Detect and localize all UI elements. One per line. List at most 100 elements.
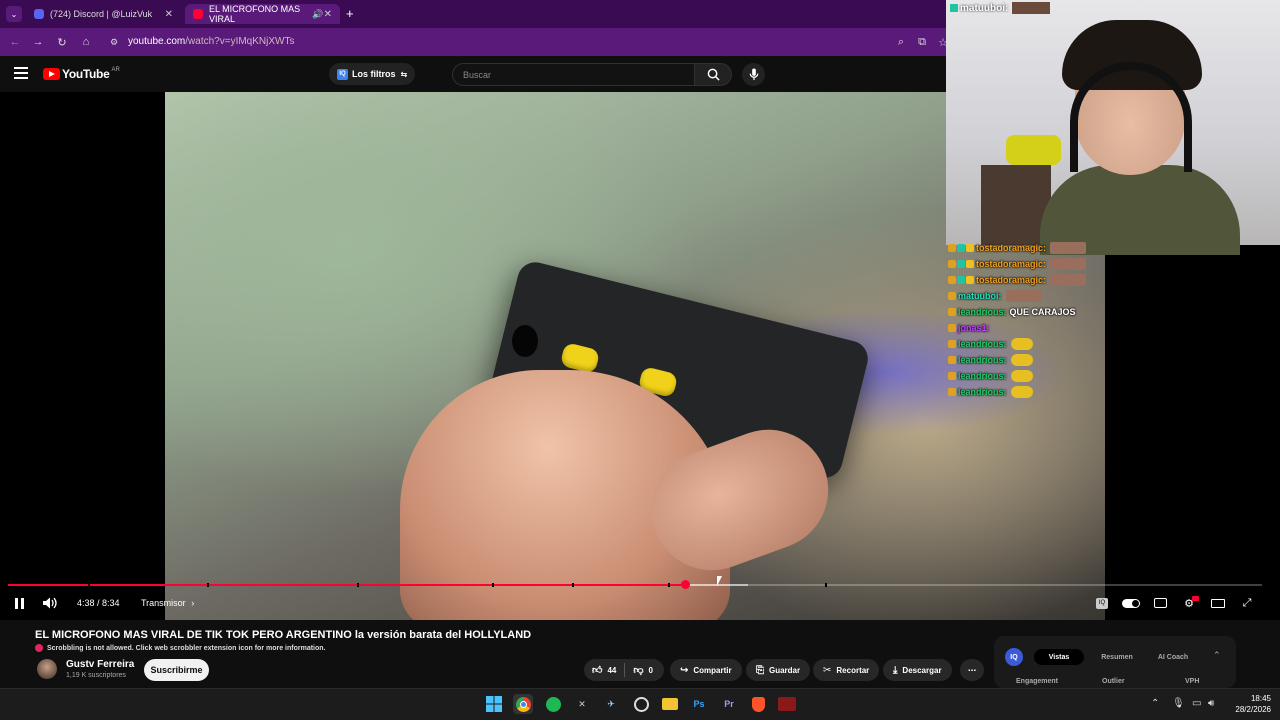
speaker-tray-icon[interactable]: 🔊︎ [1208, 698, 1214, 709]
share-label: Compartir [693, 665, 732, 675]
chat-badge-icon [948, 324, 956, 332]
chapter-marker [357, 583, 359, 587]
theater-mode-button[interactable] [1209, 594, 1227, 612]
chat-username: leandrious: [958, 355, 1007, 365]
chat-badges [948, 260, 974, 268]
chat-line: tostadoramagic: [948, 256, 1108, 272]
chevron-up-icon[interactable]: ⌃ [1151, 698, 1159, 709]
chat-line: jonas1: [948, 320, 1108, 336]
thumbs-down-icon: 👎︎ [633, 665, 644, 676]
time-display: 4:38 / 8:34 [77, 598, 120, 608]
chapter-marker [572, 583, 574, 587]
chat-emote-image [1050, 258, 1087, 270]
chat-message: QUE CARAJOS [1009, 307, 1076, 317]
chapter-button[interactable]: Transmisor › [141, 598, 194, 608]
chat-badges [948, 276, 974, 284]
subscribe-button[interactable]: Suscribirme [144, 659, 209, 681]
chat-badge-icon [957, 276, 965, 284]
volume-button[interactable] [41, 594, 59, 612]
site-info-icon[interactable]: ⚙ [110, 37, 118, 48]
autoplay-toggle[interactable] [1121, 594, 1141, 612]
speaker-icon[interactable]: 🔊 [312, 9, 323, 20]
microphone-tray-icon[interactable]: 🎙︎ [1172, 698, 1185, 709]
premiere-icon[interactable]: Pr [719, 694, 739, 714]
system-clock[interactable]: 18:45 28/2/2026 [1221, 693, 1271, 715]
folder-icon[interactable] [660, 694, 680, 714]
channel-avatar[interactable] [37, 659, 57, 679]
youtube-play-icon [43, 68, 60, 80]
url-field[interactable]: youtube.com/watch?v=yIMqKNjXWTs [128, 36, 294, 47]
chat-badge-icon [966, 260, 974, 268]
cast-icon[interactable]: ⧉ [913, 33, 931, 51]
reload-button[interactable]: ↻ [53, 33, 71, 51]
spotify-icon[interactable] [543, 694, 563, 714]
back-button[interactable]: ← [6, 33, 24, 51]
chapter-marker [207, 583, 209, 587]
voice-search-button[interactable] [742, 63, 765, 86]
close-icon[interactable]: ✕ [324, 9, 332, 20]
obs-icon[interactable] [631, 694, 651, 714]
progress-played [8, 584, 686, 586]
search-input[interactable]: Buscar [452, 63, 694, 86]
fullscreen-button[interactable]: ⤢ [1238, 594, 1256, 612]
tab-discord[interactable]: (724) Discord | @LuizVuk ✕ [26, 4, 181, 24]
more-icon: ⋯ [968, 665, 976, 675]
close-icon[interactable]: ✕ [165, 9, 173, 20]
toggle-icon [1122, 598, 1140, 608]
chat-username: tostadoramagic: [976, 275, 1047, 285]
chat-username: jonas1: [958, 323, 990, 333]
chat-emote-image [1012, 2, 1051, 14]
stream-chat: tostadoramagic: tostadoramagic: tostadoram… [948, 240, 1108, 400]
photoshop-icon[interactable]: Ps [689, 694, 709, 714]
dislike-button[interactable]: 👎︎ 0 [625, 664, 661, 676]
vidiq-icon: IQ [1096, 597, 1108, 609]
chat-emote-image [1050, 274, 1087, 286]
chat-badges [948, 388, 956, 396]
tab-youtube[interactable]: EL MICROFONO MAS VIRAL 🔊 ✕ [185, 4, 340, 24]
pause-button[interactable] [10, 594, 28, 612]
chrome-icon[interactable] [513, 694, 533, 714]
chevron-up-icon[interactable]: ⌃ [1213, 650, 1221, 661]
vidiq-icon: IQ [337, 68, 348, 80]
forward-button[interactable]: → [29, 33, 47, 51]
chat-badge-icon [948, 244, 956, 252]
hd-badge [1192, 596, 1199, 601]
like-button[interactable]: 👍︎ 44 [584, 664, 624, 676]
search-button[interactable] [694, 63, 732, 86]
save-button[interactable]: ⎘ Guardar [746, 659, 811, 681]
zoom-icon[interactable]: ⌕ [892, 33, 910, 51]
download-button[interactable]: ⤓ Descargar [883, 659, 952, 681]
brave-icon[interactable] [748, 694, 768, 714]
dislike-count: 0 [648, 665, 653, 675]
more-actions-button[interactable]: ⋯ [960, 659, 984, 681]
app-icon[interactable]: ✕ [572, 694, 592, 714]
subtitles-button[interactable] [1151, 594, 1169, 612]
url-host: youtube.com [128, 36, 186, 47]
start-icon[interactable] [484, 694, 504, 714]
tab-label: (724) Discord | @LuizVuk [50, 9, 153, 19]
chat-badge-icon [948, 340, 956, 348]
share-button[interactable]: ↪ Compartir [670, 659, 742, 681]
share-icon: ↪ [680, 664, 689, 676]
scrobble-text: Scrobbling is not allowed. Click web scr… [47, 644, 326, 652]
filters-button[interactable]: IQ Los filtros ⇆ [329, 63, 416, 85]
network-icon[interactable]: ▭ [1192, 698, 1201, 709]
new-tab-button[interactable]: + [346, 6, 354, 21]
tab-ai-coach[interactable]: AI Coach [1148, 649, 1198, 665]
clip-button[interactable]: ✂ Recortar [813, 659, 880, 681]
steam-icon[interactable]: ✈ [601, 694, 621, 714]
vidiq-player-button[interactable]: IQ [1094, 594, 1110, 612]
channel-name[interactable]: Gustv Ferreira [66, 659, 134, 670]
chat-username: matuuboi: [958, 291, 1002, 301]
tab-resumen[interactable]: Resumen [1092, 649, 1142, 665]
chat-badge-icon [957, 244, 965, 252]
chat-badges [948, 372, 956, 380]
metric-vph: VPH [1185, 678, 1200, 685]
home-button[interactable]: ⌂ [77, 33, 95, 51]
vidiq-badge[interactable]: IQ [1005, 648, 1023, 666]
tab-search-button[interactable]: ⌄ [6, 6, 22, 22]
tab-vistas[interactable]: Vistas [1034, 649, 1084, 665]
hamburger-menu-icon[interactable] [14, 67, 28, 79]
voicemeeter-icon[interactable] [777, 694, 797, 714]
youtube-logo[interactable]: YouTube AR [43, 67, 120, 81]
